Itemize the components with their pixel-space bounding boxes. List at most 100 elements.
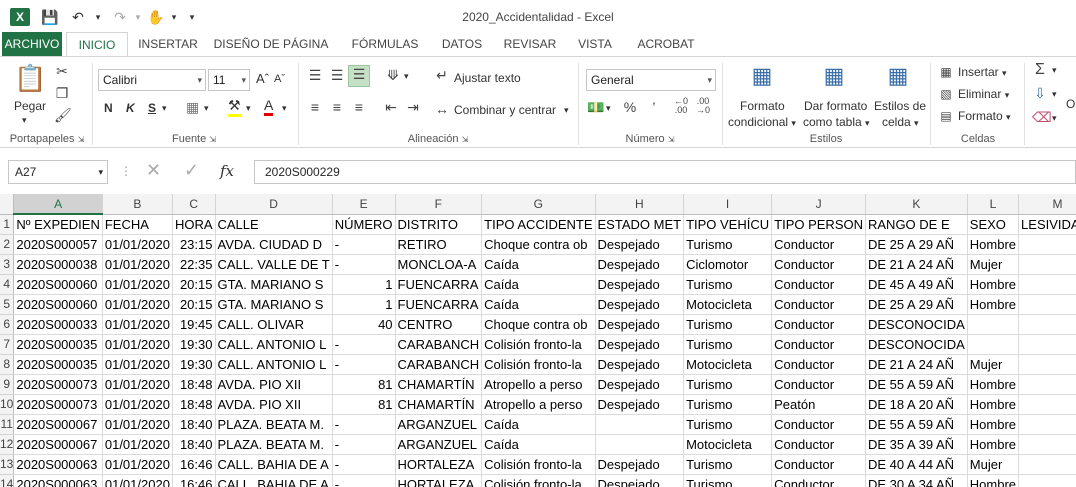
cell-e12[interactable]: - [332,434,396,455]
cell-a9[interactable]: 2020S000073 [13,374,103,395]
column-header-a[interactable]: A [13,194,103,215]
font-color-icon[interactable]: A [264,97,274,116]
paste-icon[interactable]: 📋 [14,63,46,95]
cell-h5[interactable]: Despejado [595,294,685,315]
cell-h14[interactable]: Despejado [595,474,685,487]
cell-f4[interactable]: FUENCARRA [395,274,483,295]
row-header[interactable]: 14 [0,474,15,487]
cell-a14[interactable]: 2020S000063 [13,474,103,487]
row-header[interactable]: 8 [0,354,15,375]
cell-e9[interactable]: 81 [332,374,396,395]
cell-e8[interactable]: - [332,354,396,375]
row-header[interactable]: 6 [0,314,15,335]
cell-d2[interactable]: AVDA. CIUDAD D [215,234,333,255]
cell-c1[interactable]: HORA [172,214,216,235]
tab-datos[interactable]: DATOS [436,32,488,56]
column-header-l[interactable]: L [967,194,1020,215]
cell-g4[interactable]: Caída [481,274,596,295]
cell-b3[interactable]: 01/01/2020 [102,254,173,275]
cell-k5[interactable]: DE 25 A 29 AÑ [865,294,968,315]
cell-j3[interactable]: Conductor [771,254,866,275]
row-header[interactable]: 13 [0,454,15,475]
column-header-f[interactable]: F [395,194,483,215]
cell-d4[interactable]: GTA. MARIANO S [215,274,333,295]
cell-c5[interactable]: 20:15 [172,294,216,315]
cell-d8[interactable]: CALL. ANTONIO L [215,354,333,375]
bold-button[interactable]: N [104,101,113,115]
cell-l4[interactable]: Hombre [967,274,1020,295]
underline-button[interactable]: S [148,101,156,115]
insert-cells-icon[interactable]: ▦ [938,65,954,79]
cell-m11[interactable]: 14 [1018,414,1076,435]
cell-c10[interactable]: 18:48 [172,394,216,415]
cell-j12[interactable]: Conductor [771,434,866,455]
cell-c13[interactable]: 16:46 [172,454,216,475]
cell-b10[interactable]: 01/01/2020 [102,394,173,415]
cell-g2[interactable]: Choque contra ob [481,234,596,255]
orientation-dropdown-icon[interactable]: ▾ [404,71,409,82]
cell-k10[interactable]: DE 18 A 20 AÑ [865,394,968,415]
cell-b14[interactable]: 01/01/2020 [102,474,173,487]
cell-b13[interactable]: 01/01/2020 [102,454,173,475]
cell-g5[interactable]: Caída [481,294,596,315]
cell-a7[interactable]: 2020S000035 [13,334,103,355]
column-header-d[interactable]: D [215,194,333,215]
cell-d5[interactable]: GTA. MARIANO S [215,294,333,315]
cell-a6[interactable]: 2020S000033 [13,314,103,335]
cell-i8[interactable]: Motocicleta [683,354,773,375]
cell-m3[interactable]: 6 [1018,254,1076,275]
conditional-format-line1[interactable]: Formato [740,99,785,113]
cell-h12[interactable] [595,434,685,455]
cell-h1[interactable]: ESTADO MET [595,214,685,235]
cell-e5[interactable]: 1 [332,294,396,315]
insert-cells-button[interactable]: Insertar ▾ [958,65,1007,79]
cell-h6[interactable]: Despejado [595,314,685,335]
align-left-icon[interactable]: ≡ [306,99,324,115]
orientation-icon[interactable]: ⟱ [384,67,402,84]
name-box[interactable]: A27 ▾ [8,160,108,184]
cell-m1[interactable]: LESIVIDAD* [1018,214,1076,235]
cell-g10[interactable]: Atropello a perso [481,394,596,415]
decrease-decimal-icon[interactable]: .00 →0 [694,97,712,115]
cell-g13[interactable]: Colisión fronto-la [481,454,596,475]
cell-e14[interactable]: - [332,474,396,487]
cell-j9[interactable]: Conductor [771,374,866,395]
cell-c3[interactable]: 22:35 [172,254,216,275]
tab-archivo[interactable]: ARCHIVO [2,32,62,56]
wrap-text-button[interactable]: Ajustar texto [454,71,521,85]
cell-a11[interactable]: 2020S000067 [13,414,103,435]
row-header[interactable]: 12 [0,434,15,455]
cell-a4[interactable]: 2020S000060 [13,274,103,295]
cell-d9[interactable]: AVDA. PIO XII [215,374,333,395]
cell-e7[interactable]: - [332,334,396,355]
cell-m8[interactable]: 2 [1018,354,1076,375]
increase-decimal-icon[interactable]: ←0.00 [672,97,690,115]
cell-styles-line1[interactable]: Estilos de [874,99,926,113]
cell-b1[interactable]: FECHA [102,214,173,235]
cell-d10[interactable]: AVDA. PIO XII [215,394,333,415]
cell-e10[interactable]: 81 [332,394,396,415]
column-header-b[interactable]: B [102,194,173,215]
cell-c11[interactable]: 18:40 [172,414,216,435]
cell-c12[interactable]: 18:40 [172,434,216,455]
cell-j13[interactable]: Conductor [771,454,866,475]
cell-k14[interactable]: DE 30 A 34 AÑ [865,474,968,487]
cell-g14[interactable]: Colisión fronto-la [481,474,596,487]
row-header[interactable]: 1 [0,214,15,235]
enter-icon[interactable]: ✓ [184,160,199,181]
cell-h8[interactable]: Despejado [595,354,685,375]
cell-i9[interactable]: Turismo [683,374,773,395]
cell-styles-icon[interactable]: ▦ [884,63,912,95]
cell-i14[interactable]: Turismo [683,474,773,487]
cell-c8[interactable]: 19:30 [172,354,216,375]
row-header[interactable]: 10 [0,394,15,415]
cell-a2[interactable]: 2020S000057 [13,234,103,255]
cell-g1[interactable]: TIPO ACCIDENTE [481,214,596,235]
cell-i11[interactable]: Turismo [683,414,773,435]
formula-input[interactable]: 2020S000229 [254,160,1076,184]
number-format-select[interactable]: General ▾ [586,69,716,91]
cell-k3[interactable]: DE 21 A 24 AÑ [865,254,968,275]
cell-l7[interactable] [967,334,1020,355]
cell-a5[interactable]: 2020S000060 [13,294,103,315]
cell-d6[interactable]: CALL. OLIVAR [215,314,333,335]
